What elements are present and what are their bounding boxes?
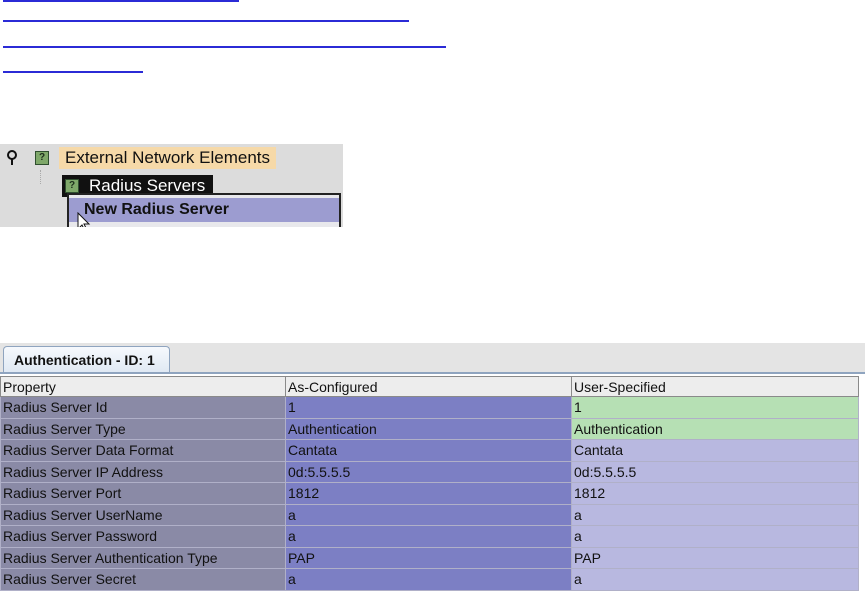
configured-cell: a bbox=[285, 525, 572, 548]
configured-cell: 0d:5.5.5.5 bbox=[285, 460, 572, 483]
table-row[interactable]: Radius Server Data Format Cantata Cantat… bbox=[0, 439, 859, 462]
table-row[interactable]: Radius Server IP Address 0d:5.5.5.5 0d:5… bbox=[0, 460, 859, 483]
tree-root-label[interactable]: External Network Elements bbox=[59, 147, 277, 169]
tree-connector bbox=[40, 170, 42, 184]
column-header-user-specified[interactable]: User-Specified bbox=[571, 376, 859, 397]
link-underline-1[interactable] bbox=[3, 0, 239, 2]
mouse-cursor-icon bbox=[77, 212, 91, 227]
table-header-row: Property As-Configured User-Specified bbox=[0, 376, 859, 397]
context-menu: New Radius Server bbox=[67, 193, 341, 227]
link-underline-4[interactable] bbox=[3, 71, 143, 73]
user-specified-cell[interactable]: a bbox=[571, 525, 859, 548]
menu-item-new-radius-server[interactable]: New Radius Server bbox=[69, 198, 339, 222]
configured-cell: Authentication bbox=[285, 417, 572, 440]
property-cell: Radius Server Type bbox=[0, 417, 286, 440]
table-row[interactable]: Radius Server Id 1 1 bbox=[0, 396, 859, 419]
network-tree: ? External Network Elements ? Radius Ser… bbox=[0, 144, 343, 227]
property-cell: Radius Server IP Address bbox=[0, 460, 286, 483]
column-header-as-configured[interactable]: As-Configured bbox=[285, 376, 572, 397]
configured-cell: 1812 bbox=[285, 482, 572, 505]
help-node-icon: ? bbox=[65, 179, 79, 193]
tab-strip: Authentication - ID: 1 bbox=[0, 343, 865, 374]
user-specified-cell[interactable]: 1812 bbox=[571, 482, 859, 505]
table-row[interactable]: Radius Server Authentication Type PAP PA… bbox=[0, 546, 859, 569]
properties-table: Property As-Configured User-Specified Ra… bbox=[0, 376, 859, 591]
configured-cell: a bbox=[285, 568, 572, 591]
property-cell: Radius Server Port bbox=[0, 482, 286, 505]
pin-icon[interactable] bbox=[6, 150, 18, 166]
help-node-icon: ? bbox=[35, 151, 49, 165]
configured-cell: PAP bbox=[285, 546, 572, 569]
configured-cell: 1 bbox=[285, 396, 572, 419]
tab-divider bbox=[0, 372, 865, 374]
property-cell: Radius Server Password bbox=[0, 525, 286, 548]
property-cell: Radius Server Id bbox=[0, 396, 286, 419]
link-underline-2[interactable] bbox=[3, 20, 409, 22]
property-cell: Radius Server UserName bbox=[0, 503, 286, 526]
user-specified-cell[interactable]: 1 bbox=[571, 396, 859, 419]
tree-root-row[interactable]: ? External Network Elements bbox=[0, 144, 343, 172]
property-cell: Radius Server Authentication Type bbox=[0, 546, 286, 569]
table-row[interactable]: Radius Server UserName a a bbox=[0, 503, 859, 526]
property-cell: Radius Server Data Format bbox=[0, 439, 286, 462]
tab-authentication[interactable]: Authentication - ID: 1 bbox=[3, 346, 170, 373]
user-specified-cell[interactable]: Cantata bbox=[571, 439, 859, 462]
link-underline-3[interactable] bbox=[3, 46, 446, 48]
table-row[interactable]: Radius Server Port 1812 1812 bbox=[0, 482, 859, 505]
user-specified-cell[interactable]: 0d:5.5.5.5 bbox=[571, 460, 859, 483]
column-header-property[interactable]: Property bbox=[0, 376, 286, 397]
user-specified-cell[interactable]: a bbox=[571, 568, 859, 591]
property-cell: Radius Server Secret bbox=[0, 568, 286, 591]
table-row[interactable]: Radius Server Password a a bbox=[0, 525, 859, 548]
configured-cell: Cantata bbox=[285, 439, 572, 462]
user-specified-cell[interactable]: PAP bbox=[571, 546, 859, 569]
table-row[interactable]: Radius Server Secret a a bbox=[0, 568, 859, 591]
user-specified-cell[interactable]: a bbox=[571, 503, 859, 526]
table-row[interactable]: Radius Server Type Authentication Authen… bbox=[0, 417, 859, 440]
user-specified-cell[interactable]: Authentication bbox=[571, 417, 859, 440]
configured-cell: a bbox=[285, 503, 572, 526]
